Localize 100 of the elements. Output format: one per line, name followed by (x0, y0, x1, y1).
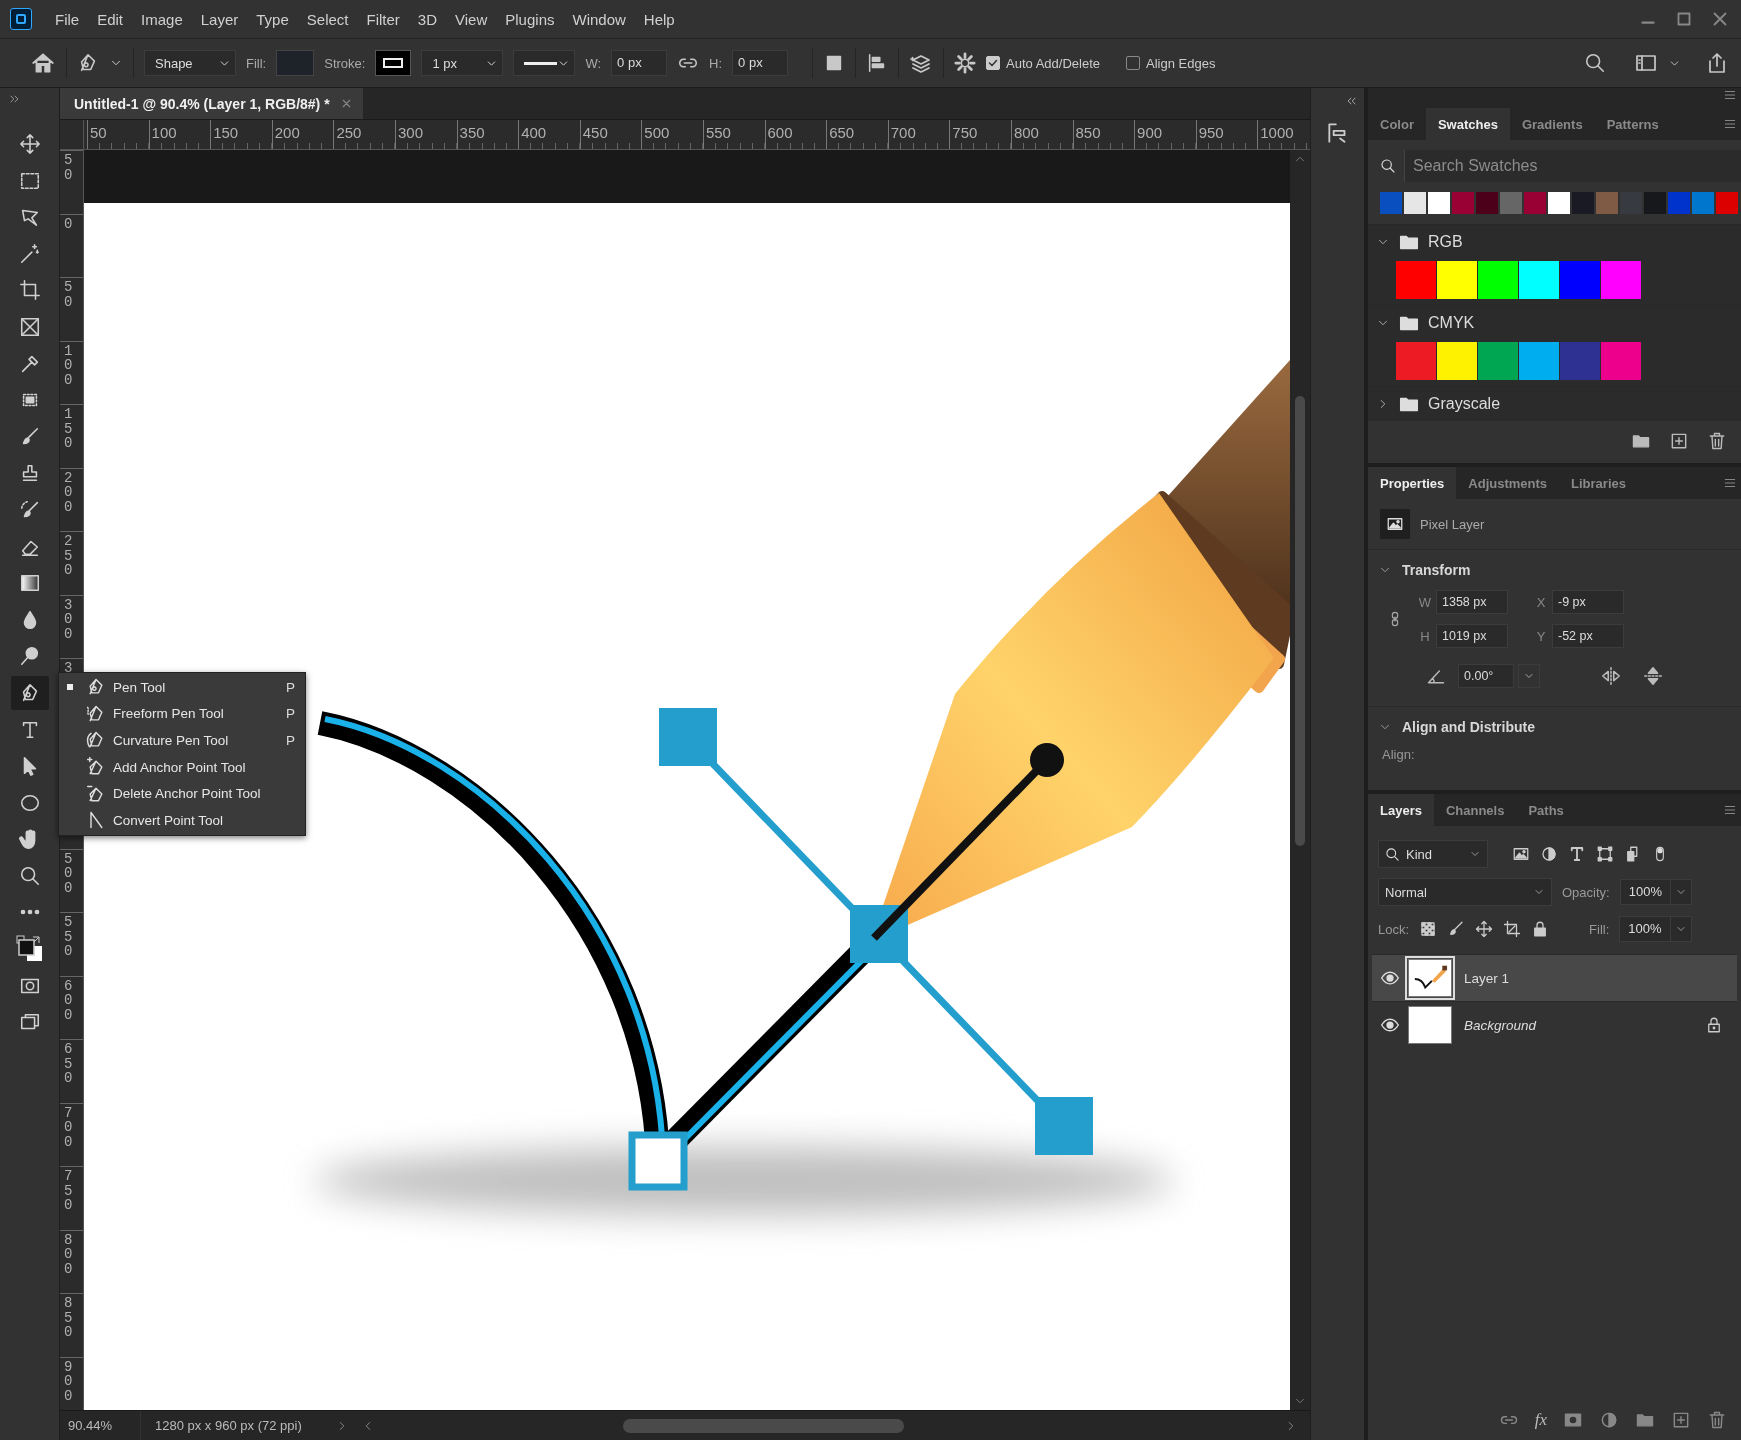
adjustment-filter-icon[interactable] (1540, 845, 1558, 863)
scrollbar-thumb[interactable] (1295, 396, 1305, 846)
panel-tab[interactable]: Gradients (1509, 108, 1595, 140)
layer-effects-button[interactable]: fx (1534, 1410, 1547, 1430)
panel-tab[interactable]: Properties (1368, 467, 1457, 499)
color-swatch[interactable] (1396, 261, 1436, 299)
angle-field[interactable]: 0.00° (1458, 664, 1514, 688)
search-field[interactable]: Search Swatches (1404, 150, 1741, 182)
color-swatch[interactable] (1476, 192, 1498, 214)
new-swatch-icon[interactable] (1669, 431, 1689, 451)
menu-item[interactable]: Image (132, 10, 192, 28)
color-swatch[interactable] (1478, 342, 1518, 380)
color-swatch[interactable] (1524, 192, 1546, 214)
width-field[interactable]: 1358 px (1436, 590, 1508, 614)
height-field[interactable]: 1019 px (1436, 624, 1508, 648)
menu-item[interactable]: File (46, 10, 89, 28)
panel-tab[interactable]: Adjustments (1456, 467, 1560, 499)
image-filter-icon[interactable] (1512, 845, 1530, 863)
fill-swatch[interactable] (276, 50, 315, 76)
menu-item[interactable]: View (446, 10, 497, 28)
panel-tab[interactable]: Swatches (1425, 108, 1510, 140)
color-swatch[interactable] (1560, 261, 1600, 299)
delete-icon[interactable] (1707, 1410, 1727, 1430)
tool-menu-item[interactable]: Add Anchor Point Tool (59, 753, 305, 781)
menu-item[interactable]: Layer (191, 10, 248, 28)
swatch-group-name[interactable]: Grayscale (1428, 395, 1501, 413)
menu-item[interactable]: Plugins (496, 10, 564, 28)
color-swatch[interactable] (1396, 342, 1436, 380)
swatch-group-name[interactable]: RGB (1428, 233, 1463, 251)
menu-item[interactable]: Filter (357, 10, 409, 28)
color-swatch[interactable] (1716, 192, 1738, 214)
swatch-group-name[interactable]: CMYK (1428, 314, 1475, 332)
height-field[interactable]: 0 px (732, 50, 789, 76)
new-layer-icon[interactable] (1671, 1410, 1691, 1430)
stroke-swatch[interactable] (375, 50, 412, 76)
menu-item[interactable]: Type (247, 10, 298, 28)
filter-dropdown[interactable]: Kind (1378, 840, 1488, 868)
panel-menu-icon[interactable] (1723, 476, 1737, 490)
color-swatch[interactable] (1519, 261, 1559, 299)
lock-icon[interactable] (1705, 1016, 1723, 1034)
y-field[interactable]: -52 px (1552, 624, 1624, 648)
shape-filter-icon[interactable] (1596, 845, 1614, 863)
color-swatch[interactable] (1601, 261, 1641, 299)
panel-tab[interactable]: Layers (1368, 794, 1434, 826)
menu-item[interactable]: Select (297, 10, 358, 28)
color-swatch[interactable] (1500, 192, 1522, 214)
lock-brush-icon[interactable] (1447, 920, 1466, 938)
opacity-field[interactable]: 100% (1619, 879, 1692, 905)
flip-horizontal-icon[interactable] (1600, 665, 1622, 687)
layer-row[interactable]: Layer 1 (1372, 954, 1737, 1001)
menu-item[interactable]: 3D (408, 10, 447, 28)
panel-tab[interactable]: Color (1368, 108, 1426, 140)
zoom-level[interactable]: 90.44% (60, 1418, 140, 1433)
section-title[interactable]: Transform (1402, 562, 1471, 578)
stroke-width-dropdown[interactable]: 1 px (421, 50, 504, 76)
color-swatch[interactable] (1548, 192, 1570, 214)
tool-menu-item[interactable]: Pen Tool P (59, 674, 305, 701)
search-icon[interactable] (1584, 52, 1606, 74)
lock-artboard-icon[interactable] (1503, 920, 1522, 938)
menu-item[interactable]: Window (563, 10, 635, 28)
layer-thumbnail[interactable] (1408, 1006, 1452, 1044)
color-swatch[interactable] (1560, 342, 1600, 380)
lock-move-icon[interactable] (1475, 920, 1494, 938)
x-field[interactable]: -9 px (1552, 590, 1624, 614)
color-swatch[interactable] (1644, 192, 1666, 214)
app-logo[interactable] (10, 8, 32, 30)
type-filter-icon[interactable] (1568, 845, 1586, 863)
panel-menu-icon[interactable] (1723, 803, 1737, 817)
fill-field[interactable]: 100% (1619, 916, 1692, 942)
checkbox[interactable]: Align Edges (1126, 55, 1216, 71)
stroke-style-dropdown[interactable] (513, 50, 576, 76)
menu-item[interactable]: Edit (88, 10, 133, 28)
panel-tab[interactable]: Channels (1433, 794, 1517, 826)
adjustment-layer-icon[interactable] (1599, 1410, 1619, 1430)
color-swatch[interactable] (1437, 261, 1477, 299)
color-swatch[interactable] (1601, 342, 1641, 380)
color-swatch[interactable] (1437, 342, 1477, 380)
layer-name[interactable]: Background (1464, 1017, 1537, 1033)
settings-icon[interactable] (954, 52, 977, 74)
document-tab[interactable]: Untitled-1 @ 90.4% (Layer 1, RGB/8#) * (60, 88, 363, 119)
flip-vertical-icon[interactable] (1642, 665, 1664, 687)
menu-icon[interactable] (1723, 88, 1737, 102)
lock-transparency-icon[interactable] (1419, 920, 1438, 938)
color-swatch[interactable] (1380, 192, 1402, 214)
tool-menu-item[interactable]: Freeform Pen Tool P (59, 700, 305, 728)
shape-mode-dropdown[interactable]: Shape (144, 50, 236, 76)
color-swatch[interactable] (1478, 261, 1518, 299)
layer-row[interactable]: Background (1372, 1001, 1737, 1048)
panel-tab[interactable]: Patterns (1594, 108, 1671, 140)
color-swatch[interactable] (1692, 192, 1714, 214)
tool-menu-item[interactable]: Convert Point Tool (59, 806, 305, 834)
panel-tab[interactable]: Libraries (1559, 467, 1638, 499)
scrollbar-thumb[interactable] (623, 1418, 904, 1433)
color-swatch[interactable] (1572, 192, 1594, 214)
color-swatch[interactable] (1452, 192, 1474, 214)
color-swatch[interactable] (1668, 192, 1690, 214)
layer-mask-icon[interactable] (1563, 1410, 1583, 1430)
panel-tab[interactable]: Paths (1516, 794, 1576, 826)
color-swatch[interactable] (1428, 192, 1450, 214)
tool-button[interactable] (10, 675, 49, 710)
